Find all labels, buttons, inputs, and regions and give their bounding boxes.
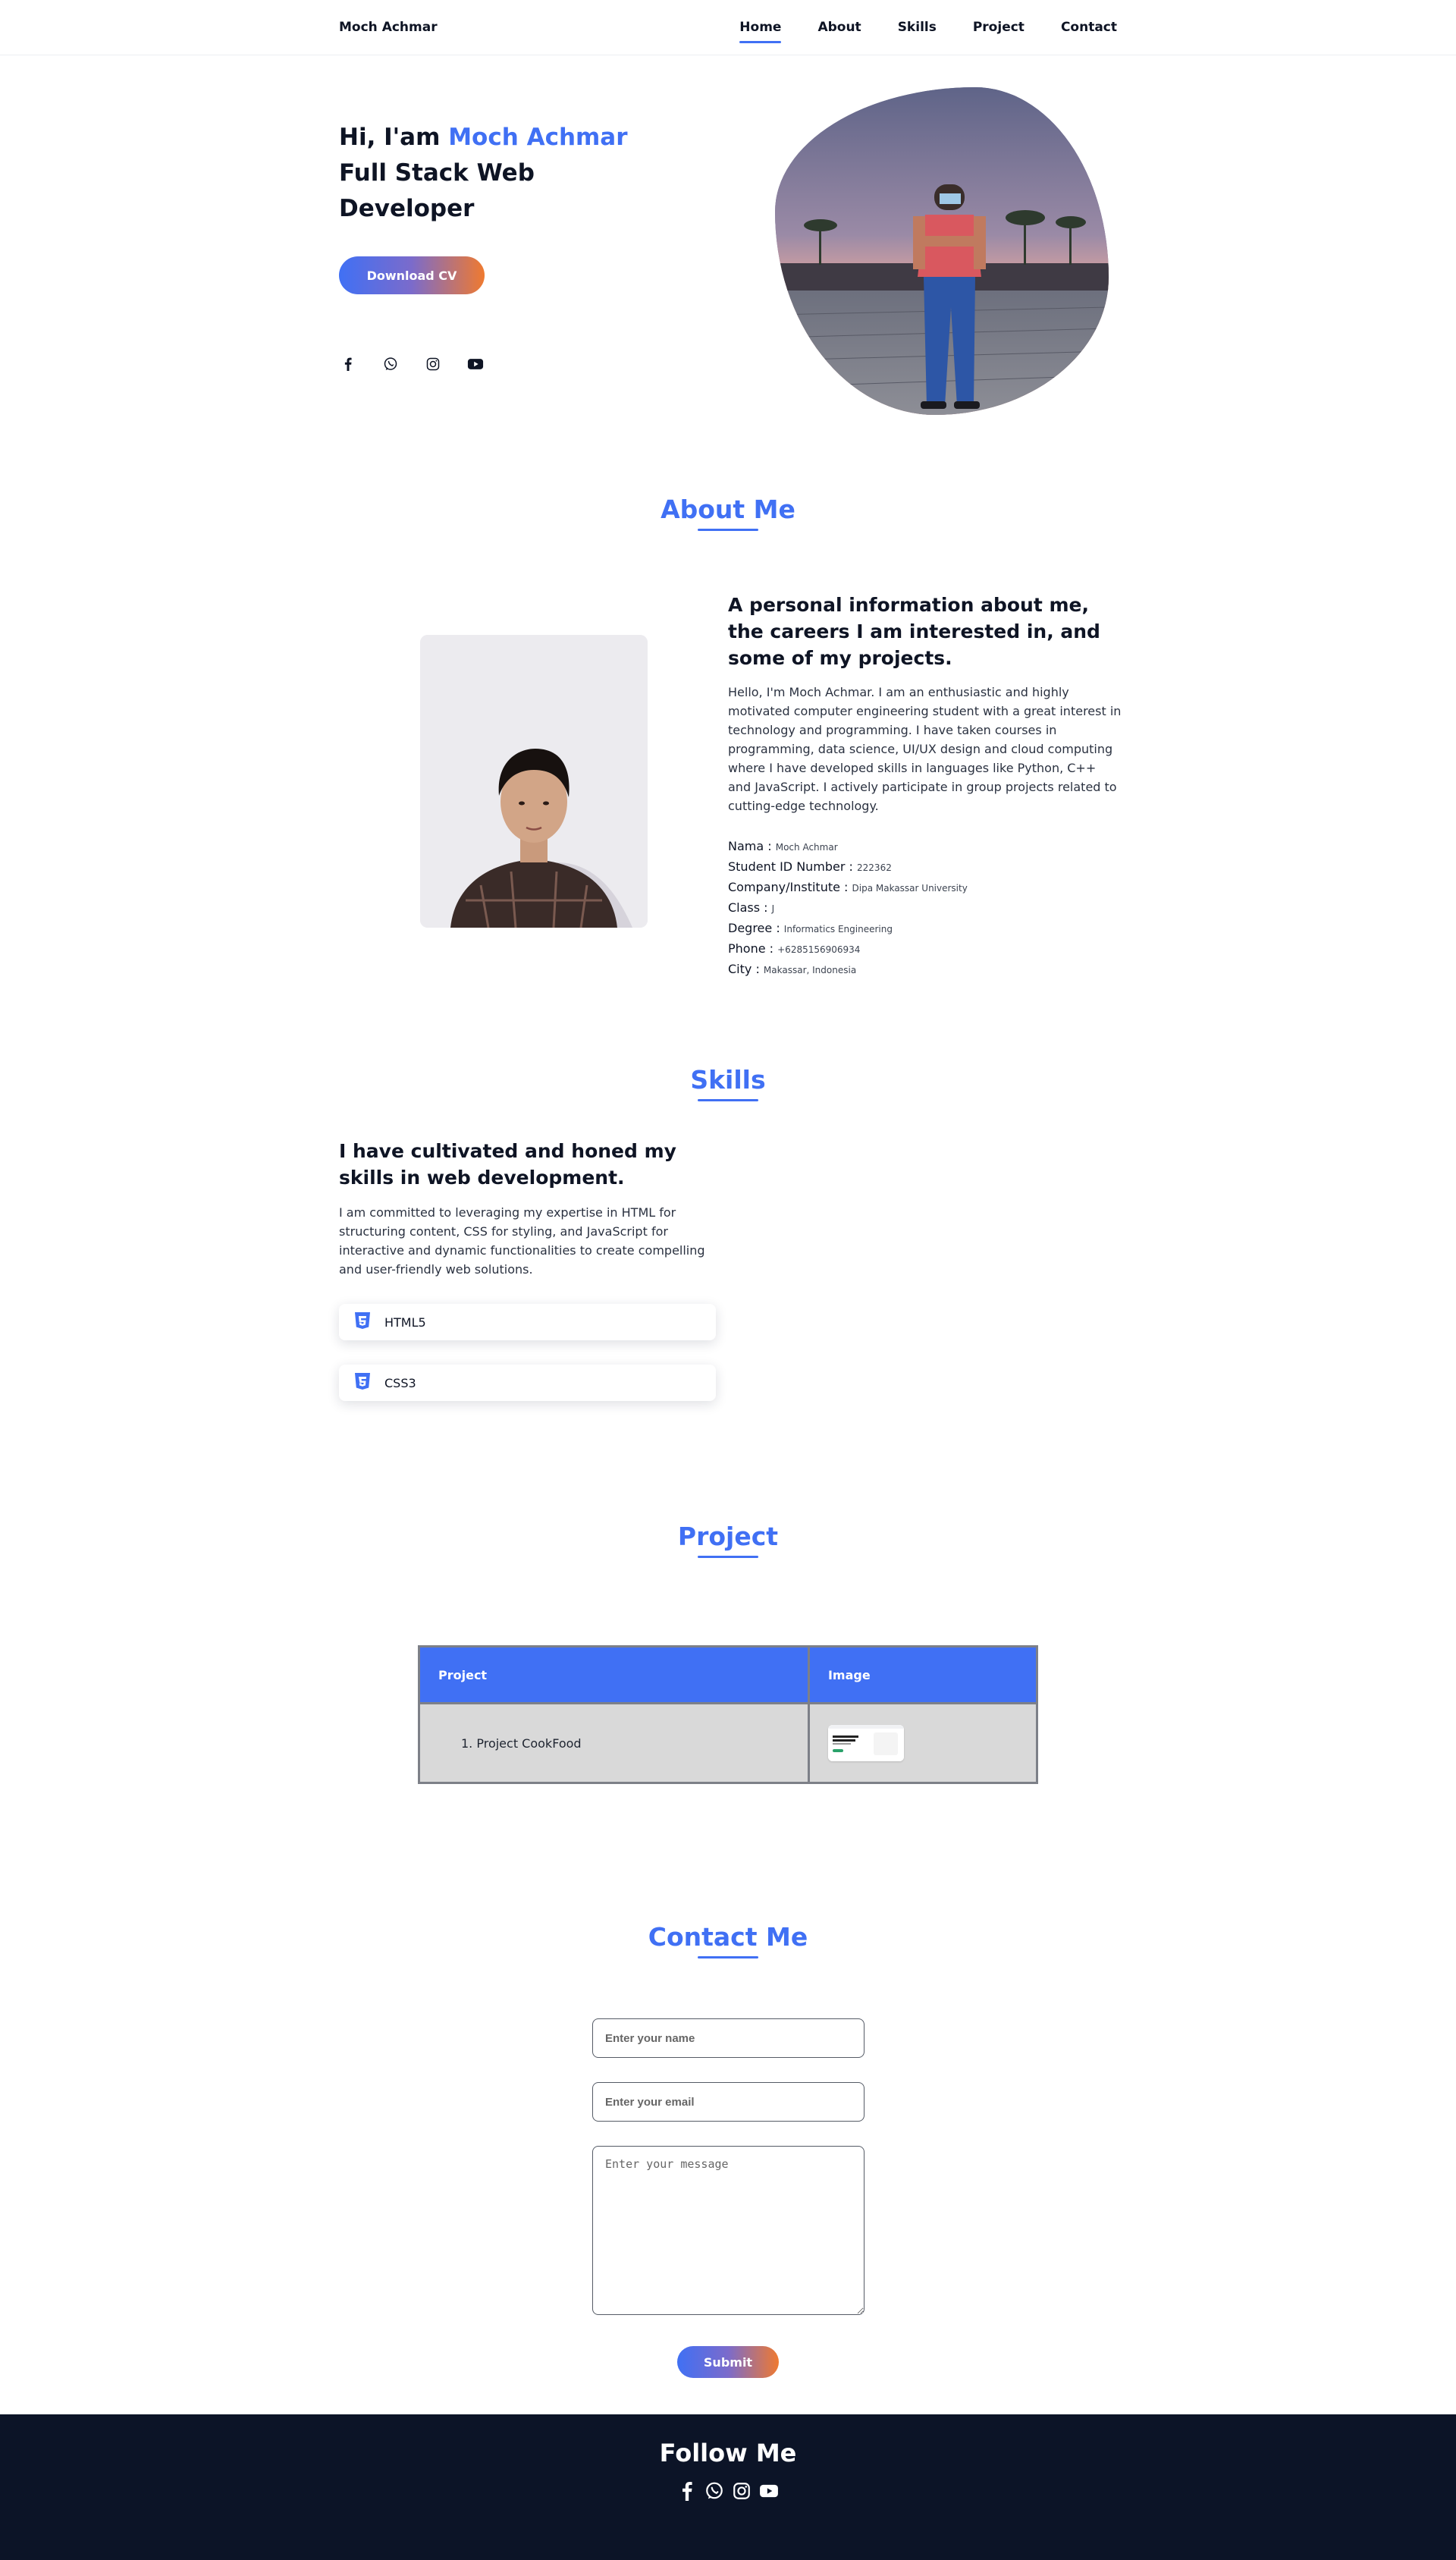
about-section-title: About Me bbox=[0, 495, 1456, 531]
main-nav: Home About Skills Project Contact bbox=[739, 20, 1117, 43]
info-row-institute: Company/Institute : Dipa Makassar Univer… bbox=[728, 878, 1122, 898]
skills-title-underline bbox=[698, 1099, 758, 1101]
skills-title-text: Skills bbox=[690, 1065, 766, 1095]
about-title-text: About Me bbox=[661, 495, 795, 524]
info-label: Phone : bbox=[728, 941, 778, 956]
info-row-degree: Degree : Informatics Engineering bbox=[728, 919, 1122, 939]
info-row-name: Nama : Moch Achmar bbox=[728, 837, 1122, 857]
project-section-title: Project bbox=[0, 1522, 1456, 1558]
facebook-icon[interactable] bbox=[677, 2481, 697, 2501]
nav-contact[interactable]: Contact bbox=[1061, 20, 1117, 35]
info-value: Dipa Makassar University bbox=[852, 883, 968, 894]
project-thumbnail[interactable] bbox=[827, 1725, 904, 1761]
table-row: 1. Project CookFood bbox=[420, 1704, 1036, 1782]
info-label: Nama : bbox=[728, 839, 776, 853]
nav-skills[interactable]: Skills bbox=[898, 20, 937, 35]
css3-icon bbox=[354, 1372, 371, 1393]
info-row-student-id: Student ID Number : 222362 bbox=[728, 857, 1122, 878]
html5-icon bbox=[354, 1311, 371, 1333]
name-input[interactable] bbox=[592, 2018, 864, 2058]
project-image-cell bbox=[809, 1704, 1036, 1782]
about-heading: A personal information about me, the car… bbox=[728, 594, 1100, 669]
column-header-image: Image bbox=[809, 1648, 1036, 1702]
info-value: +6285156906934 bbox=[777, 944, 861, 955]
instagram-icon[interactable] bbox=[424, 355, 442, 373]
project-name-cell: 1. Project CookFood bbox=[420, 1704, 808, 1782]
footer-social-links bbox=[0, 2481, 1456, 2501]
info-label: Company/Institute : bbox=[728, 880, 852, 894]
hero-greeting: Hi, I'am bbox=[339, 124, 449, 151]
submit-button[interactable]: Submit bbox=[677, 2346, 779, 2378]
about-profile-photo bbox=[420, 635, 648, 928]
message-textarea[interactable] bbox=[592, 2146, 864, 2315]
info-label: Degree : bbox=[728, 921, 784, 935]
download-cv-button[interactable]: Download CV bbox=[339, 256, 485, 294]
info-label: Class : bbox=[728, 900, 772, 915]
site-header: Moch Achmar Home About Skills Project Co… bbox=[0, 0, 1456, 55]
whatsapp-icon[interactable] bbox=[704, 2481, 724, 2501]
hero-role: Full Stack Web Developer bbox=[339, 159, 535, 222]
skill-card-html5: HTML5 bbox=[339, 1304, 716, 1340]
skills-description: I am committed to leveraging my expertis… bbox=[339, 1205, 705, 1277]
info-row-phone: Phone : +6285156906934 bbox=[728, 939, 1122, 960]
skills-heading: I have cultivated and honed my skills in… bbox=[339, 1140, 676, 1189]
column-header-project: Project bbox=[420, 1648, 808, 1702]
info-value: 222362 bbox=[857, 862, 892, 873]
project-title-underline bbox=[698, 1556, 758, 1558]
youtube-icon[interactable] bbox=[759, 2481, 779, 2501]
info-value: Informatics Engineering bbox=[783, 924, 893, 934]
info-value: Moch Achmar bbox=[775, 842, 838, 853]
youtube-icon[interactable] bbox=[466, 355, 485, 373]
contact-section-title: Contact Me bbox=[0, 1922, 1456, 1958]
hero-title: Hi, I'am Moch Achmar Full Stack Web Deve… bbox=[339, 120, 657, 227]
hero-social-links bbox=[339, 355, 485, 373]
skills-section-title: Skills bbox=[0, 1065, 1456, 1101]
info-row-city: City : Makassar, Indonesia bbox=[728, 960, 1122, 980]
about-title-underline bbox=[698, 529, 758, 531]
skill-card-css3: CSS3 bbox=[339, 1365, 716, 1401]
hero-name: Moch Achmar bbox=[448, 124, 628, 151]
about-description: Hello, I'm Moch Achmar. I am an enthusia… bbox=[728, 685, 1122, 813]
info-label: City : bbox=[728, 962, 764, 976]
nav-about[interactable]: About bbox=[817, 20, 861, 35]
personal-info-list: Nama : Moch Achmar Student ID Number : 2… bbox=[728, 837, 1122, 980]
site-footer: Follow Me bbox=[0, 2414, 1456, 2560]
info-row-class: Class : J bbox=[728, 898, 1122, 919]
nav-project[interactable]: Project bbox=[973, 20, 1025, 35]
contact-title-text: Contact Me bbox=[648, 1922, 808, 1952]
email-input[interactable] bbox=[592, 2082, 864, 2122]
info-label: Student ID Number : bbox=[728, 859, 858, 874]
info-value: J bbox=[771, 903, 775, 914]
project-table: Project Image 1. Project CookFood bbox=[418, 1645, 1038, 1784]
footer-title: Follow Me bbox=[659, 2439, 797, 2467]
skill-name: CSS3 bbox=[384, 1375, 416, 1390]
project-title-text: Project bbox=[677, 1522, 779, 1551]
site-logo[interactable]: Moch Achmar bbox=[339, 20, 438, 35]
skill-name: HTML5 bbox=[384, 1315, 426, 1330]
hero-photo bbox=[775, 87, 1109, 415]
contact-title-underline bbox=[698, 1956, 758, 1958]
nav-home[interactable]: Home bbox=[739, 20, 782, 43]
info-value: Makassar, Indonesia bbox=[763, 965, 857, 975]
table-header-row: Project Image bbox=[420, 1648, 1036, 1702]
whatsapp-icon[interactable] bbox=[381, 355, 400, 373]
facebook-icon[interactable] bbox=[339, 355, 357, 373]
instagram-icon[interactable] bbox=[732, 2481, 752, 2501]
